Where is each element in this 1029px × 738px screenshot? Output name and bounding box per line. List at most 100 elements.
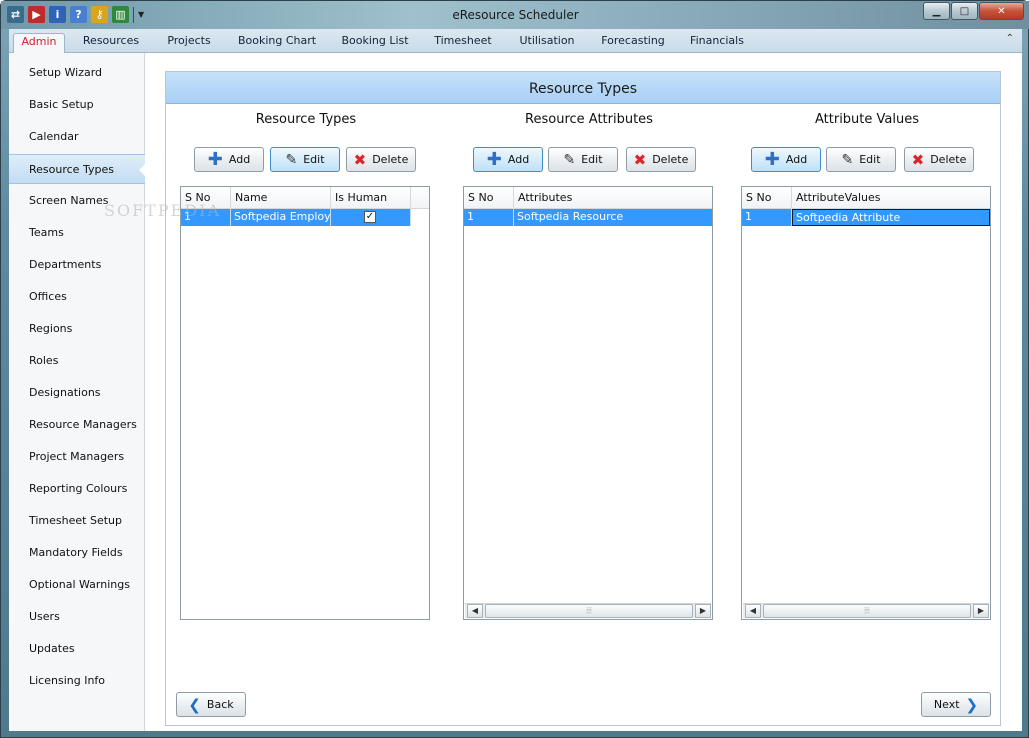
button-label: Add (228, 153, 251, 166)
sidebar-item-departments[interactable]: Departments (9, 250, 145, 280)
add-attribute-button[interactable]: ✚ Add (473, 147, 543, 172)
sidebar-item-mandatory-fields[interactable]: Mandatory Fields (9, 538, 145, 568)
tab-resources[interactable]: Resources (79, 33, 143, 53)
pencil-icon: ✎ (563, 151, 576, 168)
pencil-icon: ✎ (285, 151, 298, 168)
plus-icon: ✚ (764, 148, 780, 170)
button-label: Next (933, 698, 960, 711)
admin-sidebar: Setup Wizard Basic Setup Calendar Resour… (9, 53, 146, 731)
column-header-is-human[interactable]: Is Human (331, 187, 411, 209)
sidebar-item-label: Resource Types (29, 163, 114, 176)
sidebar-item-project-managers[interactable]: Project Managers (9, 442, 145, 472)
table-row[interactable]: 1 Softpedia Attribute (742, 209, 990, 226)
sidebar-item-resource-types[interactable]: Resource Types (9, 154, 146, 184)
watermark: SOFTPEDIA (104, 201, 221, 220)
delete-x-icon: ✖ (911, 150, 925, 169)
resource-types-grid[interactable]: S No Name Is Human 1 Softpedia Employee … (180, 186, 430, 620)
button-label: Delete (372, 153, 409, 166)
sidebar-item-licensing-info[interactable]: Licensing Info (9, 666, 145, 696)
scroll-thumb[interactable]: ⦙⦙⦙ (485, 604, 693, 618)
sidebar-item-users[interactable]: Users (9, 602, 145, 632)
section-title: Resource Types (255, 112, 357, 127)
panel-title: Resource Types (166, 72, 1000, 104)
cell-name: Softpedia Employee (231, 209, 331, 226)
button-label: Back (206, 698, 234, 711)
plus-icon: ✚ (486, 148, 502, 170)
delete-x-icon: ✖ (353, 150, 367, 169)
is-human-checkbox[interactable]: ✓ (364, 211, 376, 223)
pencil-icon: ✎ (841, 151, 854, 168)
scroll-left-icon[interactable]: ◀ (467, 604, 483, 618)
button-label: Add (507, 153, 530, 166)
sidebar-item-basic-setup[interactable]: Basic Setup (9, 90, 145, 120)
cell-is-human: ✓ (331, 209, 411, 226)
tab-booking-list[interactable]: Booking List (337, 33, 413, 53)
cell-attribute-value[interactable]: Softpedia Attribute (792, 209, 990, 226)
column-header-attribute-values[interactable]: AttributeValues (792, 187, 990, 209)
sidebar-item-roles[interactable]: Roles (9, 346, 145, 376)
button-label: Edit (581, 153, 603, 166)
scroll-right-icon[interactable]: ▶ (695, 604, 711, 618)
tab-forecasting[interactable]: Forecasting (599, 33, 667, 53)
column-header-sno[interactable]: S No (742, 187, 792, 209)
scroll-thumb[interactable]: ⦙⦙⦙ (763, 604, 971, 618)
next-button[interactable]: Next ❯ (921, 692, 991, 717)
delete-attribute-button[interactable]: ✖ Delete (626, 147, 696, 172)
tab-projects[interactable]: Projects (161, 33, 217, 53)
sidebar-item-offices[interactable]: Offices (9, 282, 145, 312)
plus-icon: ✚ (207, 148, 223, 170)
column-header-sno[interactable]: S No (464, 187, 514, 209)
column-header-name[interactable]: Name (231, 187, 331, 209)
maximize-button[interactable]: □ (951, 2, 978, 20)
sidebar-item-resource-managers[interactable]: Resource Managers (9, 410, 145, 440)
cell-sno: 1 (742, 209, 792, 226)
tab-timesheet[interactable]: Timesheet (431, 33, 495, 53)
attribute-values-grid[interactable]: S No AttributeValues 1 Softpedia Attribu… (741, 186, 991, 620)
title-bar: ⇄ ▶ i ? ⚷ ▥ ▼ eResource Scheduler ▁ □ ✕ (1, 1, 1029, 29)
sidebar-item-optional-warnings[interactable]: Optional Warnings (9, 570, 145, 600)
scroll-left-icon[interactable]: ◀ (745, 604, 761, 618)
delete-attribute-value-button[interactable]: ✖ Delete (904, 147, 974, 172)
ribbon-tabs: Admin Resources Projects Booking Chart B… (9, 29, 1022, 53)
add-resource-type-button[interactable]: ✚ Add (194, 147, 264, 172)
resource-attributes-grid[interactable]: S No Attributes 1 Softpedia Resource ◀ ⦙… (463, 186, 713, 620)
sidebar-item-calendar[interactable]: Calendar (9, 122, 145, 152)
edit-attribute-button[interactable]: ✎ Edit (548, 147, 618, 172)
delete-x-icon: ✖ (633, 150, 647, 169)
sidebar-item-timesheet-setup[interactable]: Timesheet Setup (9, 506, 145, 536)
minimize-button[interactable]: ▁ (923, 2, 950, 20)
ribbon-collapse-icon[interactable]: ⌃ (1006, 33, 1014, 44)
edit-resource-type-button[interactable]: ✎ Edit (270, 147, 340, 172)
button-label: Edit (859, 153, 881, 166)
scroll-right-icon[interactable]: ▶ (973, 604, 989, 618)
button-label: Delete (930, 153, 967, 166)
horizontal-scrollbar[interactable]: ◀ ⦙⦙⦙ ▶ (743, 603, 989, 618)
sidebar-item-reporting-colours[interactable]: Reporting Colours (9, 474, 145, 504)
resource-types-panel: Resource Types Resource Types ✚ Add ✎ Edit… (165, 71, 1001, 726)
add-attribute-value-button[interactable]: ✚ Add (751, 147, 821, 172)
sidebar-item-setup-wizard[interactable]: Setup Wizard (9, 58, 145, 88)
sidebar-item-designations[interactable]: Designations (9, 378, 145, 408)
tab-financials[interactable]: Financials (685, 33, 749, 53)
sidebar-item-updates[interactable]: Updates (9, 634, 145, 664)
cell-sno: 1 (464, 209, 514, 226)
tab-booking-chart[interactable]: Booking Chart (235, 33, 319, 53)
back-button[interactable]: ❮ Back (176, 692, 246, 717)
section-title: Attribute Values (814, 112, 919, 127)
content-area: Setup Wizard Basic Setup Calendar Resour… (9, 53, 1022, 731)
grid-header: S No Attributes (464, 187, 712, 209)
table-row[interactable]: 1 Softpedia Resource (464, 209, 712, 226)
horizontal-scrollbar[interactable]: ◀ ⦙⦙⦙ ▶ (465, 603, 711, 618)
window-title: eResource Scheduler (452, 8, 579, 22)
column-header-attributes[interactable]: Attributes (514, 187, 712, 209)
window-controls: ▁ □ ✕ (922, 2, 1024, 20)
sidebar-item-regions[interactable]: Regions (9, 314, 145, 344)
cell-attribute: Softpedia Resource (517, 210, 624, 223)
button-label: Delete (652, 153, 689, 166)
sidebar-item-teams[interactable]: Teams (9, 218, 145, 248)
tab-admin[interactable]: Admin (13, 33, 65, 53)
close-button[interactable]: ✕ (979, 2, 1024, 20)
tab-utilisation[interactable]: Utilisation (513, 33, 581, 53)
delete-resource-type-button[interactable]: ✖ Delete (346, 147, 416, 172)
edit-attribute-value-button[interactable]: ✎ Edit (826, 147, 896, 172)
